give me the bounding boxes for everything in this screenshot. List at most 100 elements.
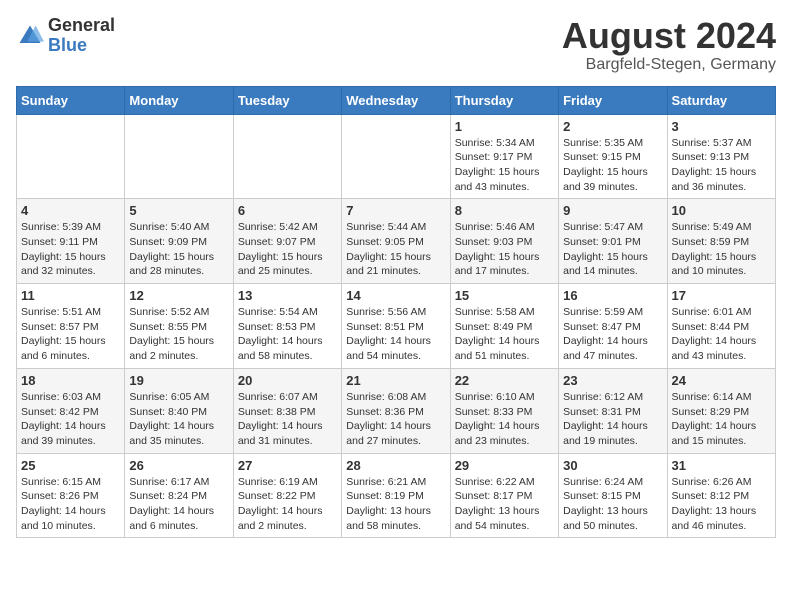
day-number: 25 — [21, 458, 120, 473]
day-number: 30 — [563, 458, 662, 473]
calendar-cell: 14 Sunrise: 5:56 AM Sunset: 8:51 PM Dayli… — [342, 284, 450, 369]
day-info: Sunrise: 6:10 AM Sunset: 8:33 PM Dayligh… — [455, 390, 554, 449]
day-number: 10 — [672, 203, 771, 218]
calendar-day-header: Monday — [125, 86, 233, 114]
calendar-day-header: Saturday — [667, 86, 775, 114]
calendar-week-row: 18 Sunrise: 6:03 AM Sunset: 8:42 PM Dayli… — [17, 368, 776, 453]
calendar-table: SundayMondayTuesdayWednesdayThursdayFrid… — [16, 86, 776, 539]
day-info: Sunrise: 6:07 AM Sunset: 8:38 PM Dayligh… — [238, 390, 337, 449]
calendar-cell: 25 Sunrise: 6:15 AM Sunset: 8:26 PM Dayli… — [17, 453, 125, 538]
calendar-cell — [125, 114, 233, 199]
calendar-cell: 21 Sunrise: 6:08 AM Sunset: 8:36 PM Dayli… — [342, 368, 450, 453]
day-info: Sunrise: 5:54 AM Sunset: 8:53 PM Dayligh… — [238, 305, 337, 364]
location-title: Bargfeld-Stegen, Germany — [562, 56, 776, 74]
calendar-cell: 28 Sunrise: 6:21 AM Sunset: 8:19 PM Dayli… — [342, 453, 450, 538]
day-number: 5 — [129, 203, 228, 218]
day-info: Sunrise: 5:40 AM Sunset: 9:09 PM Dayligh… — [129, 220, 228, 279]
calendar-day-header: Tuesday — [233, 86, 341, 114]
day-number: 24 — [672, 373, 771, 388]
calendar-week-row: 4 Sunrise: 5:39 AM Sunset: 9:11 PM Daylig… — [17, 199, 776, 284]
day-number: 12 — [129, 288, 228, 303]
calendar-cell — [17, 114, 125, 199]
day-info: Sunrise: 5:34 AM Sunset: 9:17 PM Dayligh… — [455, 136, 554, 195]
day-number: 7 — [346, 203, 445, 218]
page-header: General Blue August 2024 Bargfeld-Stegen… — [16, 16, 776, 74]
day-number: 21 — [346, 373, 445, 388]
day-number: 17 — [672, 288, 771, 303]
day-number: 4 — [21, 203, 120, 218]
calendar-cell: 13 Sunrise: 5:54 AM Sunset: 8:53 PM Dayli… — [233, 284, 341, 369]
calendar-cell: 10Sunrise: 5:49 AM Sunset: 8:59 PM Dayli… — [667, 199, 775, 284]
day-number: 23 — [563, 373, 662, 388]
calendar-cell: 23 Sunrise: 6:12 AM Sunset: 8:31 PM Dayli… — [559, 368, 667, 453]
calendar-cell: 20 Sunrise: 6:07 AM Sunset: 8:38 PM Dayli… — [233, 368, 341, 453]
day-number: 9 — [563, 203, 662, 218]
day-number: 14 — [346, 288, 445, 303]
logo-general: General — [48, 16, 115, 36]
calendar-cell: 22Sunrise: 6:10 AM Sunset: 8:33 PM Dayli… — [450, 368, 558, 453]
day-info: Sunrise: 5:42 AM Sunset: 9:07 PM Dayligh… — [238, 220, 337, 279]
day-info: Sunrise: 6:01 AM Sunset: 8:44 PM Dayligh… — [672, 305, 771, 364]
day-number: 31 — [672, 458, 771, 473]
day-info: Sunrise: 6:19 AM Sunset: 8:22 PM Dayligh… — [238, 475, 337, 534]
calendar-cell: 30 Sunrise: 6:24 AM Sunset: 8:15 PM Dayli… — [559, 453, 667, 538]
day-info: Sunrise: 5:51 AM Sunset: 8:57 PM Dayligh… — [21, 305, 120, 364]
day-info: Sunrise: 5:44 AM Sunset: 9:05 PM Dayligh… — [346, 220, 445, 279]
calendar-week-row: 11 Sunrise: 5:51 AM Sunset: 8:57 PM Dayli… — [17, 284, 776, 369]
calendar-cell: 31 Sunrise: 6:26 AM Sunset: 8:12 PM Dayli… — [667, 453, 775, 538]
calendar-cell: 11 Sunrise: 5:51 AM Sunset: 8:57 PM Dayli… — [17, 284, 125, 369]
day-number: 11 — [21, 288, 120, 303]
day-info: Sunrise: 6:24 AM Sunset: 8:15 PM Dayligh… — [563, 475, 662, 534]
calendar-cell: 17 Sunrise: 6:01 AM Sunset: 8:44 PM Dayli… — [667, 284, 775, 369]
month-title: August 2024 — [562, 16, 776, 56]
calendar-cell: 7 Sunrise: 5:44 AM Sunset: 9:05 PM Daylig… — [342, 199, 450, 284]
day-number: 13 — [238, 288, 337, 303]
calendar-cell — [342, 114, 450, 199]
day-info: Sunrise: 5:56 AM Sunset: 8:51 PM Dayligh… — [346, 305, 445, 364]
calendar-cell: 5 Sunrise: 5:40 AM Sunset: 9:09 PM Daylig… — [125, 199, 233, 284]
calendar-week-row: 25 Sunrise: 6:15 AM Sunset: 8:26 PM Dayli… — [17, 453, 776, 538]
logo: General Blue — [16, 16, 115, 56]
day-number: 29 — [455, 458, 554, 473]
day-number: 28 — [346, 458, 445, 473]
day-number: 27 — [238, 458, 337, 473]
day-info: Sunrise: 6:22 AM Sunset: 8:17 PM Dayligh… — [455, 475, 554, 534]
logo-icon — [16, 22, 44, 50]
day-number: 18 — [21, 373, 120, 388]
calendar-cell: 8Sunrise: 5:46 AM Sunset: 9:03 PM Daylig… — [450, 199, 558, 284]
calendar-cell: 2Sunrise: 5:35 AM Sunset: 9:15 PM Daylig… — [559, 114, 667, 199]
day-info: Sunrise: 5:47 AM Sunset: 9:01 PM Dayligh… — [563, 220, 662, 279]
day-info: Sunrise: 6:15 AM Sunset: 8:26 PM Dayligh… — [21, 475, 120, 534]
logo-blue: Blue — [48, 36, 115, 56]
day-info: Sunrise: 5:39 AM Sunset: 9:11 PM Dayligh… — [21, 220, 120, 279]
day-info: Sunrise: 6:05 AM Sunset: 8:40 PM Dayligh… — [129, 390, 228, 449]
day-info: Sunrise: 6:08 AM Sunset: 8:36 PM Dayligh… — [346, 390, 445, 449]
day-info: Sunrise: 6:03 AM Sunset: 8:42 PM Dayligh… — [21, 390, 120, 449]
calendar-cell: 12 Sunrise: 5:52 AM Sunset: 8:55 PM Dayli… — [125, 284, 233, 369]
day-number: 26 — [129, 458, 228, 473]
day-info: Sunrise: 6:17 AM Sunset: 8:24 PM Dayligh… — [129, 475, 228, 534]
day-info: Sunrise: 6:12 AM Sunset: 8:31 PM Dayligh… — [563, 390, 662, 449]
calendar-cell: 29 Sunrise: 6:22 AM Sunset: 8:17 PM Dayli… — [450, 453, 558, 538]
calendar-day-header: Friday — [559, 86, 667, 114]
calendar-cell — [233, 114, 341, 199]
day-info: Sunrise: 5:52 AM Sunset: 8:55 PM Dayligh… — [129, 305, 228, 364]
calendar-week-row: 1Sunrise: 5:34 AM Sunset: 9:17 PM Daylig… — [17, 114, 776, 199]
calendar-cell: 4 Sunrise: 5:39 AM Sunset: 9:11 PM Daylig… — [17, 199, 125, 284]
calendar-cell: 16Sunrise: 5:59 AM Sunset: 8:47 PM Dayli… — [559, 284, 667, 369]
day-number: 6 — [238, 203, 337, 218]
day-info: Sunrise: 6:26 AM Sunset: 8:12 PM Dayligh… — [672, 475, 771, 534]
calendar-cell: 15Sunrise: 5:58 AM Sunset: 8:49 PM Dayli… — [450, 284, 558, 369]
calendar-cell: 3Sunrise: 5:37 AM Sunset: 9:13 PM Daylig… — [667, 114, 775, 199]
calendar-cell: 19 Sunrise: 6:05 AM Sunset: 8:40 PM Dayli… — [125, 368, 233, 453]
calendar-cell: 6 Sunrise: 5:42 AM Sunset: 9:07 PM Daylig… — [233, 199, 341, 284]
calendar-day-header: Sunday — [17, 86, 125, 114]
calendar-cell: 24 Sunrise: 6:14 AM Sunset: 8:29 PM Dayli… — [667, 368, 775, 453]
day-info: Sunrise: 5:35 AM Sunset: 9:15 PM Dayligh… — [563, 136, 662, 195]
calendar-cell: 27 Sunrise: 6:19 AM Sunset: 8:22 PM Dayli… — [233, 453, 341, 538]
day-info: Sunrise: 6:21 AM Sunset: 8:19 PM Dayligh… — [346, 475, 445, 534]
day-info: Sunrise: 5:46 AM Sunset: 9:03 PM Dayligh… — [455, 220, 554, 279]
day-number: 20 — [238, 373, 337, 388]
day-info: Sunrise: 6:14 AM Sunset: 8:29 PM Dayligh… — [672, 390, 771, 449]
day-number: 19 — [129, 373, 228, 388]
